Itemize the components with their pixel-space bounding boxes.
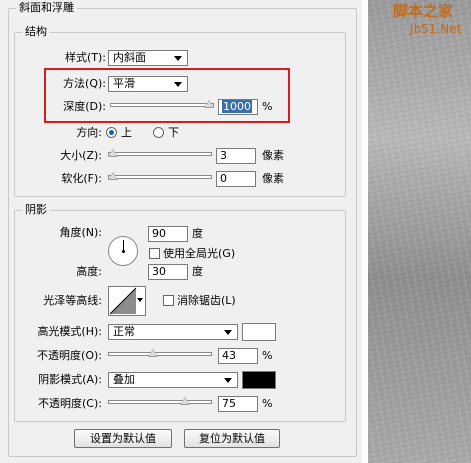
size-label: 大小(Z): (60, 149, 102, 162)
altitude-value: 30 (152, 265, 166, 278)
section-title: 斜面和浮雕 (16, 2, 77, 14)
highlight-opacity-field[interactable]: 43 (218, 348, 258, 364)
angle-value: 90 (152, 227, 166, 240)
depth-unit: % (262, 100, 273, 113)
shadow-opacity-field[interactable]: 75 (218, 396, 258, 412)
altitude-unit: 度 (192, 265, 203, 278)
chevron-down-icon (174, 56, 182, 61)
chevron-down-icon (174, 82, 182, 87)
shadow-opacity-thumb[interactable] (180, 397, 190, 405)
gloss-contour-label: 光泽等高线: (43, 294, 102, 307)
depth-value: 1000 (222, 100, 252, 113)
shadow-opacity-value: 75 (222, 397, 236, 410)
texture-preview-image (368, 0, 471, 463)
shadow-opacity-track[interactable] (108, 400, 212, 404)
soften-slider-track[interactable] (108, 175, 212, 179)
shadow-color-swatch[interactable] (242, 371, 276, 389)
depth-field[interactable]: 1000 (218, 99, 258, 115)
altitude-label: 高度: (76, 265, 102, 278)
depth-slider-thumb[interactable] (204, 100, 214, 108)
style-label: 样式(T): (64, 51, 106, 64)
gloss-contour-picker[interactable] (108, 286, 146, 316)
depth-slider-track[interactable] (110, 103, 214, 107)
highlight-opacity-value: 43 (222, 349, 236, 362)
highlight-mode-select[interactable]: 正常 (108, 324, 238, 340)
size-value: 3 (220, 149, 227, 162)
style-select[interactable]: 内斜面 (108, 50, 188, 66)
technique-select-value: 平滑 (113, 77, 135, 90)
anti-aliased-label[interactable]: 消除锯齿(L) (177, 294, 236, 308)
soften-field[interactable]: 0 (216, 171, 256, 187)
highlight-opacity-unit: % (262, 349, 273, 362)
size-unit: 像素 (262, 149, 284, 162)
shading-title: 阴影 (22, 204, 50, 216)
highlight-opacity-track[interactable] (108, 352, 212, 356)
direction-down-label[interactable]: 下 (168, 126, 179, 140)
highlight-color-swatch[interactable] (242, 323, 276, 341)
highlight-mode-value: 正常 (113, 325, 135, 338)
soften-slider-thumb[interactable] (108, 172, 118, 180)
chevron-down-icon (224, 378, 232, 383)
watermark-site-name: 脚本之家 (393, 2, 454, 20)
highlight-opacity-label: 不透明度(O): (37, 349, 102, 362)
angle-dial[interactable] (108, 236, 138, 266)
highlight-opacity-thumb[interactable] (148, 349, 158, 357)
angle-dial-handle (123, 240, 124, 251)
chevron-down-icon (137, 298, 143, 302)
angle-label: 角度(N): (59, 226, 102, 239)
shadow-mode-select[interactable]: 叠加 (108, 372, 238, 388)
anti-aliased-checkbox[interactable] (163, 295, 174, 306)
depth-label: 深度(D): (63, 100, 106, 113)
structure-title: 结构 (22, 26, 50, 38)
global-light-checkbox[interactable] (149, 248, 160, 259)
shadow-opacity-label: 不透明度(C): (38, 397, 102, 410)
angle-field[interactable]: 90 (148, 226, 188, 242)
soften-unit: 像素 (262, 172, 284, 185)
shadow-mode-value: 叠加 (113, 373, 135, 386)
altitude-field[interactable]: 30 (148, 264, 188, 280)
contour-curve-icon (109, 287, 137, 315)
size-field[interactable]: 3 (216, 148, 256, 164)
watermark-site-url: Jb51.Net (410, 22, 462, 36)
direction-up-radio[interactable] (106, 127, 117, 138)
shadow-opacity-unit: % (262, 397, 273, 410)
technique-select[interactable]: 平滑 (108, 76, 188, 92)
style-select-value: 内斜面 (113, 51, 146, 64)
direction-label: 方向: (76, 126, 102, 139)
technique-label: 方法(Q): (63, 77, 106, 90)
size-slider-track[interactable] (108, 152, 212, 156)
soften-label: 软化(F): (61, 172, 102, 185)
reset-default-button[interactable]: 复位为默认值 (184, 429, 280, 448)
highlight-mode-label: 高光模式(H): (37, 325, 102, 338)
global-light-label[interactable]: 使用全局光(G) (163, 247, 235, 261)
angle-unit: 度 (192, 227, 203, 240)
shadow-mode-label: 阴影模式(A): (38, 373, 102, 386)
soften-value: 0 (220, 172, 227, 185)
direction-down-radio[interactable] (153, 127, 164, 138)
size-slider-thumb[interactable] (108, 149, 118, 157)
direction-up-label[interactable]: 上 (121, 126, 132, 140)
make-default-button[interactable]: 设置为默认值 (74, 429, 172, 448)
chevron-down-icon (224, 330, 232, 335)
